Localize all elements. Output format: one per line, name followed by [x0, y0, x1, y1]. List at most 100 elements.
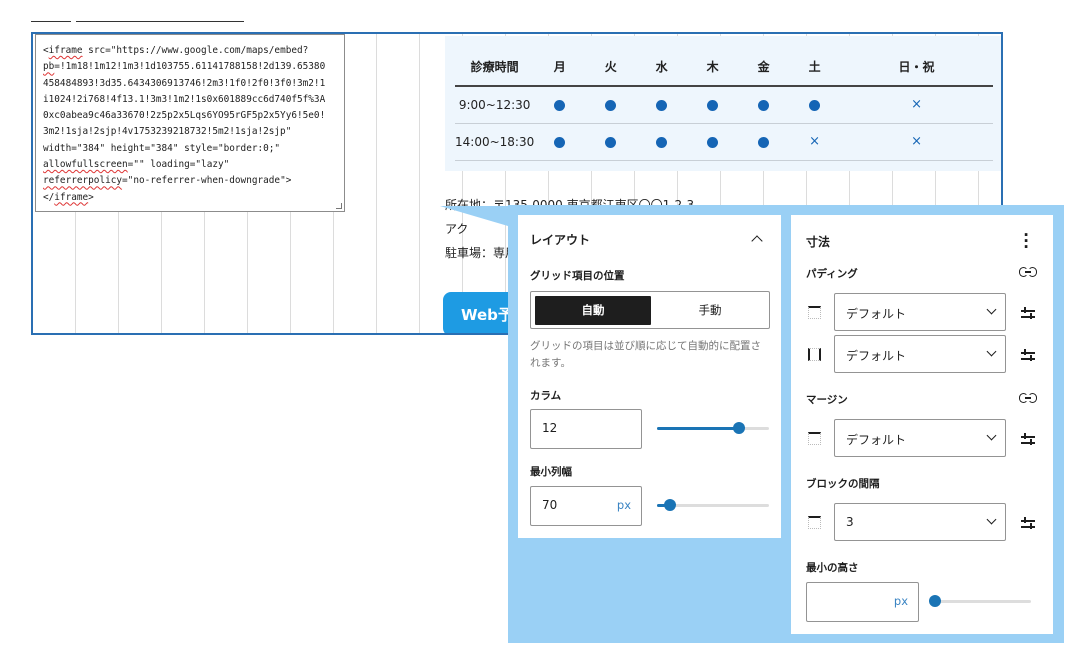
chevron-down-icon	[986, 514, 997, 525]
min-col-width-value: 70	[542, 498, 558, 512]
open-dot-icon	[656, 136, 668, 148]
margin-label: マージン	[806, 394, 848, 406]
block-gap-custom-icon[interactable]	[1021, 517, 1035, 529]
code-line: 458484893!3d35.6434306913746!2m3!1f0!2f0…	[43, 77, 326, 89]
open-cell	[687, 123, 739, 161]
parking-line: 駐車場：専用	[445, 246, 518, 260]
min-col-width-unit[interactable]: px	[617, 498, 631, 512]
code-line: <iframe src="https://www.google.com/maps…	[43, 45, 309, 56]
closed-cell: ×	[840, 86, 993, 124]
block-gap-side-icon	[808, 516, 821, 529]
day-header: 水	[636, 48, 688, 87]
layout-panel: レイアウト グリッド項目の位置 自動 手動 グリッドの項目は並び順に応じて自動的…	[518, 215, 781, 538]
resize-handle[interactable]	[336, 203, 342, 209]
toggle-auto[interactable]: 自動	[535, 296, 651, 325]
closed-cell: ×	[840, 123, 993, 161]
open-dot-icon	[758, 136, 770, 148]
min-col-width-slider-thumb[interactable]	[664, 499, 677, 511]
padding-top-custom-icon[interactable]	[1021, 307, 1035, 319]
code-line: i1024!2i768!4f13.1!3m3!1m2!1s0x601889cc6…	[43, 93, 326, 105]
margin-side-icon	[808, 432, 821, 445]
grid-position-label: グリッド項目の位置	[530, 270, 625, 282]
time-slot: 9:00~12:30	[455, 86, 535, 124]
chevron-down-icon	[986, 346, 997, 357]
chevron-down-icon	[986, 304, 997, 315]
columns-slider[interactable]	[657, 422, 769, 434]
padding-link-icon[interactable]	[1019, 267, 1037, 277]
min-col-width-slider[interactable]	[657, 499, 769, 511]
min-height-input[interactable]: px	[806, 582, 919, 622]
open-dot-icon	[605, 136, 617, 148]
open-cell	[738, 86, 790, 124]
open-cell	[534, 86, 586, 124]
day-header: 日・祝	[840, 48, 993, 87]
dimensions-panel-title: 寸法	[806, 235, 831, 249]
padding-top-value: デフォルト	[846, 307, 907, 321]
min-height-slider-thumb[interactable]	[929, 595, 941, 607]
min-height-label: 最小の高さ	[806, 562, 859, 574]
padding-label: パディング	[806, 268, 858, 280]
clinic-hours-table: 診療時間月火水木金土日・祝 9:00~12:30 × 14:00~18:30 × ×	[445, 36, 1001, 171]
popover-pointer	[440, 206, 508, 226]
code-line: 3m2!1sja!2sjp!4v1753239218732!5m2!1sja!2…	[43, 126, 292, 138]
padding-sides-value: デフォルト	[846, 349, 907, 363]
day-header: 金	[738, 48, 790, 87]
closed-cross-icon: ×	[911, 134, 923, 149]
html-code-editor[interactable]: <iframe src="https://www.google.com/maps…	[35, 34, 345, 212]
time-slot: 14:00~18:30	[455, 123, 535, 161]
padding-sides-select[interactable]: デフォルト	[834, 335, 1006, 373]
open-cell	[738, 123, 790, 161]
hours-header-label: 診療時間	[455, 48, 535, 87]
columns-input[interactable]: 12	[530, 409, 642, 449]
columns-label: カラム	[530, 390, 562, 402]
min-col-width-input[interactable]: 70 px	[530, 486, 642, 526]
chevron-down-icon	[986, 430, 997, 441]
code-line: </iframe>	[43, 191, 94, 203]
open-dot-icon	[707, 99, 719, 111]
open-cell	[636, 123, 688, 161]
open-dot-icon	[809, 99, 821, 111]
closed-cross-icon: ×	[809, 134, 821, 149]
margin-link-icon[interactable]	[1019, 393, 1037, 403]
grid-position-help: グリッドの項目は並び順に応じて自動的に配置されます。	[530, 340, 761, 369]
open-dot-icon	[758, 99, 770, 111]
columns-slider-thumb[interactable]	[732, 422, 745, 434]
closed-cross-icon: ×	[911, 97, 923, 113]
block-gap-select[interactable]: 3	[834, 503, 1006, 541]
margin-value: デフォルト	[846, 433, 907, 447]
code-line: width="384" height="384" style="border:0…	[43, 142, 281, 154]
padding-top-side-icon	[808, 306, 821, 319]
open-cell	[585, 123, 637, 161]
padding-top-select[interactable]: デフォルト	[834, 293, 1006, 331]
layout-panel-title: レイアウト	[530, 233, 591, 247]
margin-custom-icon[interactable]	[1021, 433, 1035, 445]
padding-sides-custom-icon[interactable]	[1021, 349, 1035, 361]
open-dot-icon	[605, 99, 617, 111]
toggle-manual[interactable]: 手動	[653, 296, 767, 325]
open-dot-icon	[554, 136, 566, 148]
open-cell	[585, 86, 637, 124]
open-cell	[636, 86, 688, 124]
grid-position-toggle: 自動 手動	[530, 291, 770, 329]
code-line: allowfullscreen="" loading="lazy"	[43, 159, 230, 171]
block-gap-value: 3	[846, 515, 854, 529]
open-cell	[789, 86, 841, 124]
top-link-2[interactable]	[76, 21, 244, 22]
open-dot-icon	[656, 99, 668, 111]
options-kebab-icon[interactable]: · · ·	[1023, 228, 1029, 255]
open-cell	[534, 123, 586, 161]
hours-row: 9:00~12:30 ×	[455, 86, 993, 124]
min-height-slider[interactable]	[929, 595, 1031, 607]
collapse-chevron-icon[interactable]	[751, 235, 763, 247]
min-col-width-label: 最小列幅	[530, 466, 572, 478]
open-dot-icon	[554, 99, 566, 111]
day-header: 土	[789, 48, 841, 87]
hours-row: 14:00~18:30 × ×	[455, 123, 993, 161]
code-line: referrerpolicy="no-referrer-when-downgra…	[43, 175, 292, 187]
min-height-unit[interactable]: px	[894, 594, 908, 608]
day-header: 月	[534, 48, 586, 87]
margin-select[interactable]: デフォルト	[834, 419, 1006, 457]
day-header: 木	[687, 48, 739, 87]
columns-value: 12	[542, 421, 558, 435]
top-link-1[interactable]	[31, 21, 71, 22]
